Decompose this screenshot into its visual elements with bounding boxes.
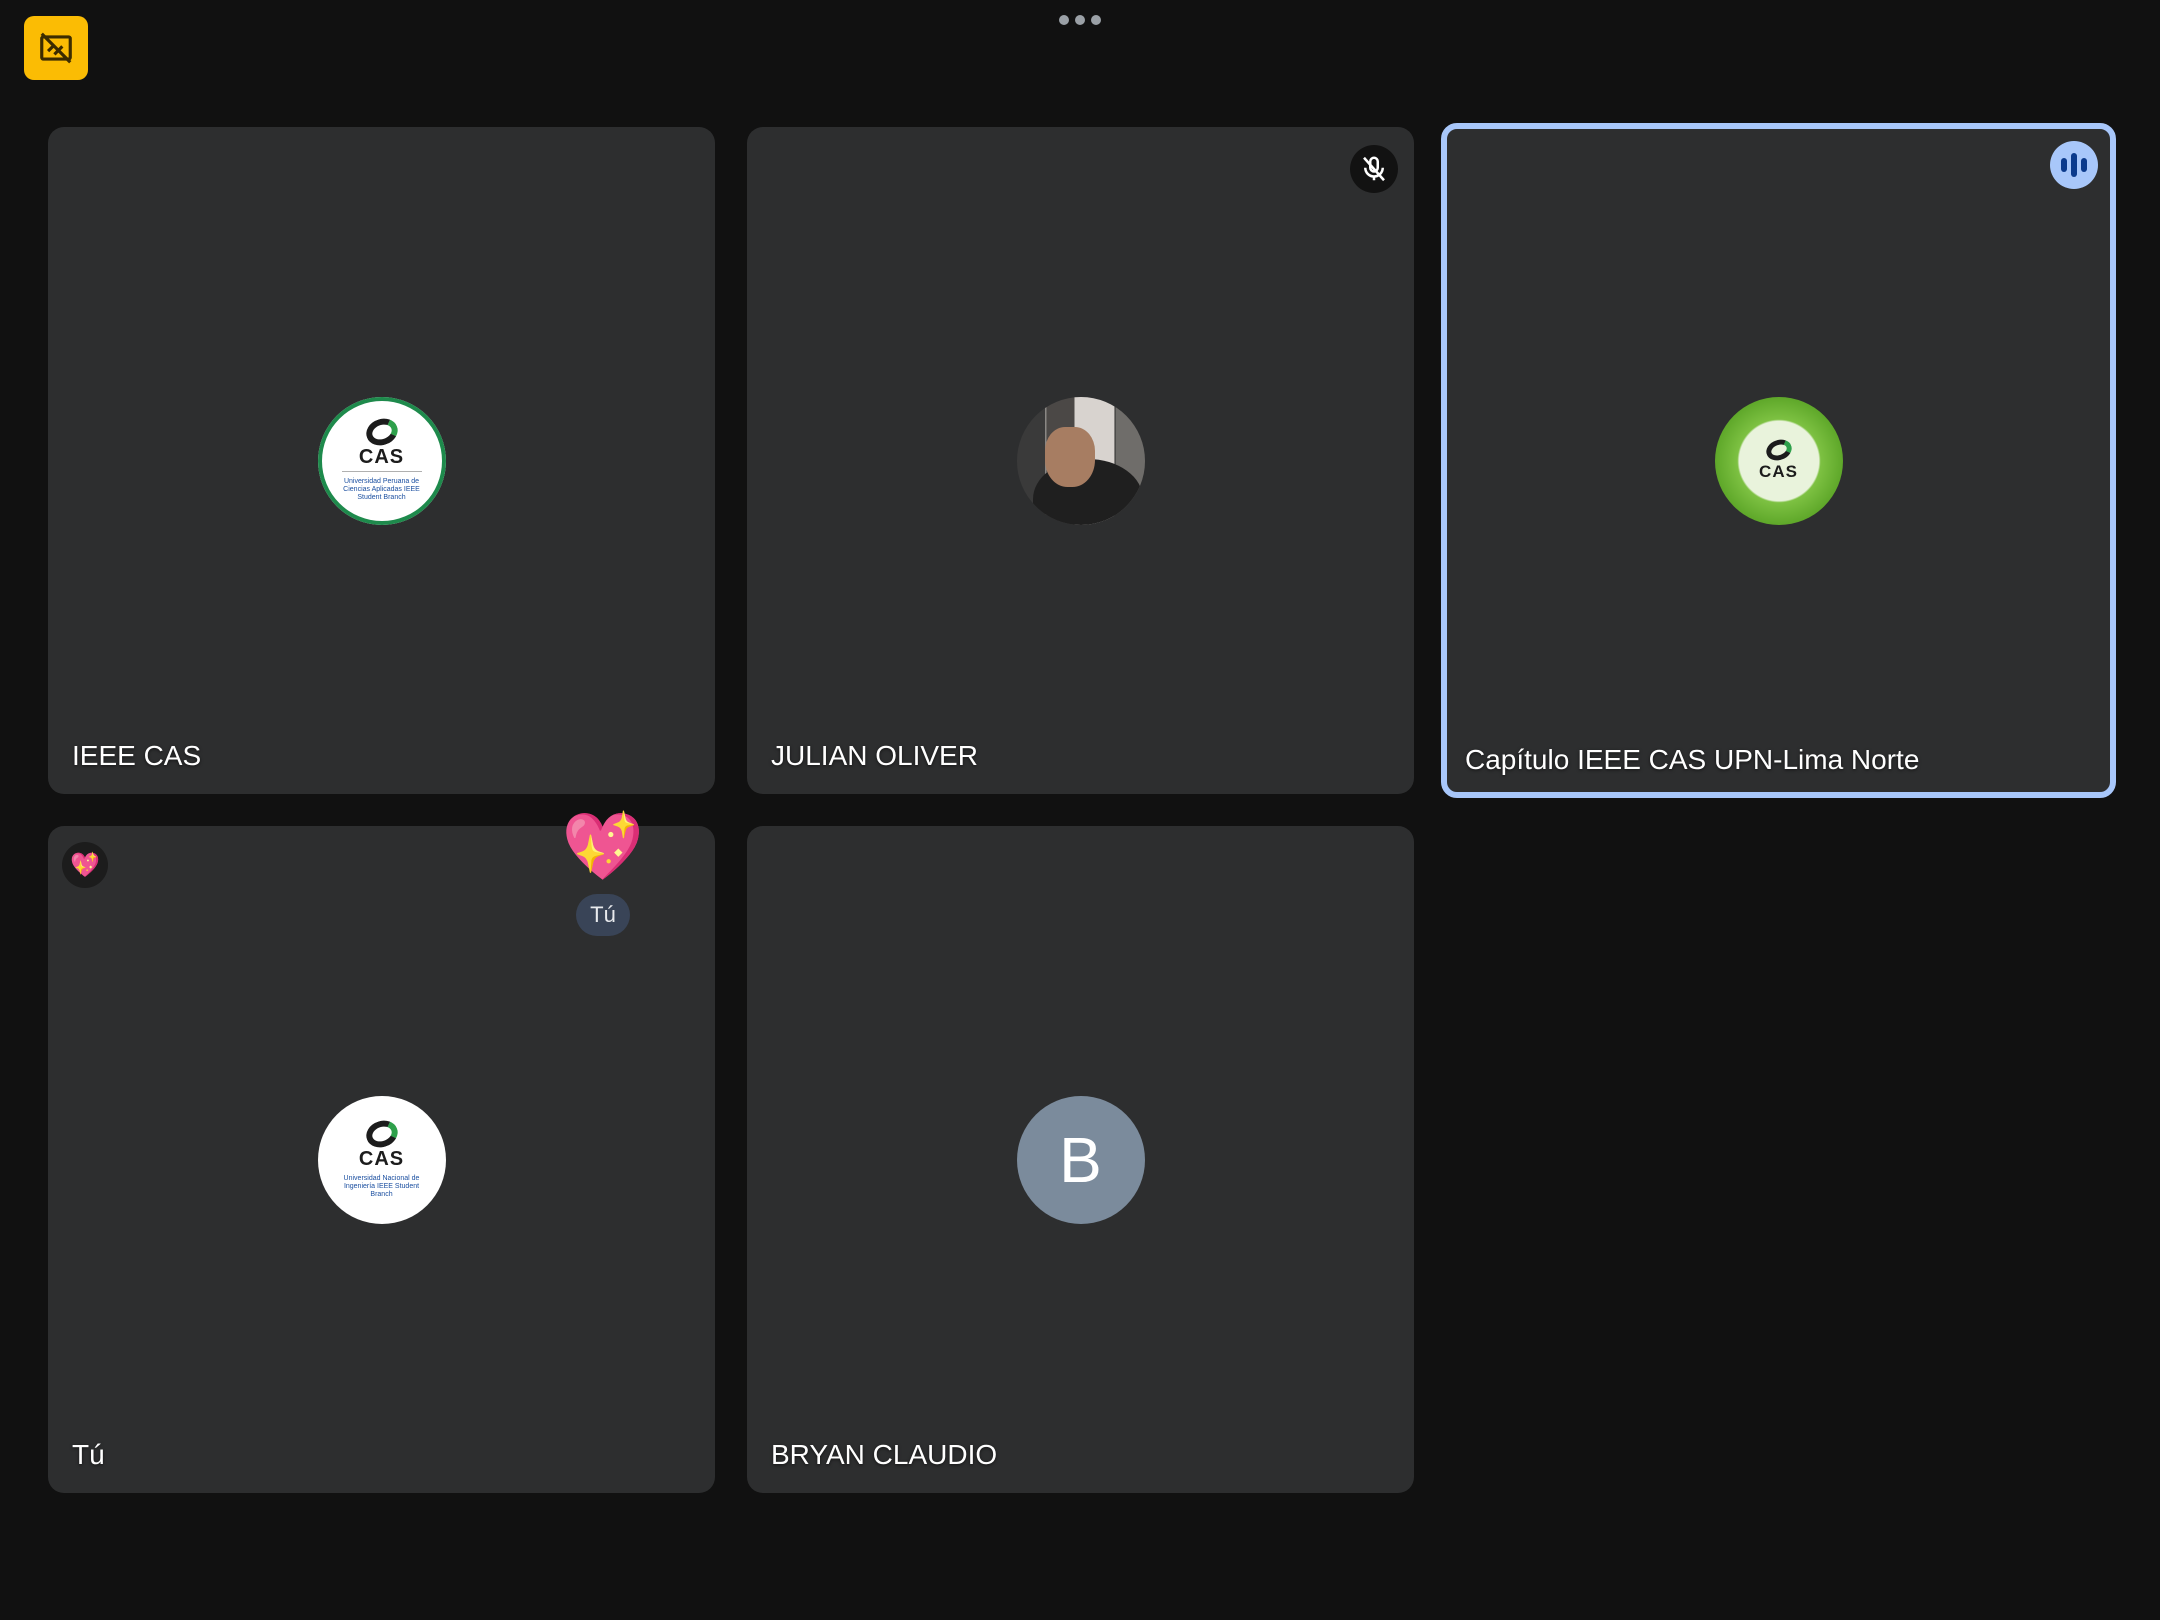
heart-sparkle-icon: 💖 — [561, 809, 645, 883]
participant-name: IEEE CAS — [72, 740, 202, 771]
floating-reaction: 💖 Tú — [562, 808, 644, 936]
participant-name: Capítulo IEEE CAS UPN-Lima Norte — [1465, 744, 1920, 775]
participant-name: BRYAN CLAUDIO — [771, 1439, 998, 1470]
participant-name: JULIAN OLIVER — [771, 740, 978, 771]
cas-logo-icon — [1762, 435, 1795, 464]
avatar: B — [1016, 1095, 1145, 1224]
participant-tile-ieee-cas[interactable]: CAS Universidad Peruana de Ciencias Apli… — [48, 127, 715, 794]
avatar: CAS — [1714, 396, 1843, 525]
avatar-logo-subtext: Universidad Nacional de Ingeniería IEEE … — [343, 1174, 420, 1198]
avatar-logo-text: CAS — [358, 1147, 405, 1170]
reaction-badge: 💖 — [62, 842, 108, 888]
participant-tile-julian-oliver[interactable]: JULIAN OLIVER — [747, 127, 1414, 794]
avatar — [1016, 396, 1145, 525]
reaction-sender-label: Tú — [576, 894, 630, 936]
avatar: CAS Universidad Peruana de Ciencias Apli… — [317, 396, 446, 525]
cas-logo-icon — [362, 414, 401, 450]
no-framing-icon — [40, 32, 72, 64]
avatar-logo-text: CAS — [358, 446, 405, 468]
cas-logo-icon — [362, 1115, 401, 1152]
more-options-icon[interactable] — [1052, 12, 1108, 28]
participant-name: Tú — [72, 1439, 105, 1470]
no-framing-button[interactable] — [24, 16, 88, 80]
avatar-logo-subtext: Universidad Peruana de Ciencias Aplicada… — [343, 478, 420, 501]
meeting-stage: CAS Universidad Peruana de Ciencias Apli… — [0, 0, 2160, 1620]
speaking-icon — [2050, 141, 2098, 189]
participant-tile-capitulo-ieee-cas[interactable]: CAS Capítulo IEEE CAS UPN-Lima Norte — [1441, 123, 2116, 798]
logo-divider — [341, 471, 422, 472]
avatar-photo-face — [1044, 426, 1095, 487]
avatar: CAS Universidad Nacional de Ingeniería I… — [317, 1095, 446, 1224]
mic-off-indicator — [1350, 145, 1398, 193]
participant-tile-bryan-claudio[interactable]: B BRYAN CLAUDIO — [747, 826, 1414, 1493]
avatar-logo-text: CAS — [1759, 461, 1798, 481]
mic-off-icon — [1363, 156, 1385, 182]
